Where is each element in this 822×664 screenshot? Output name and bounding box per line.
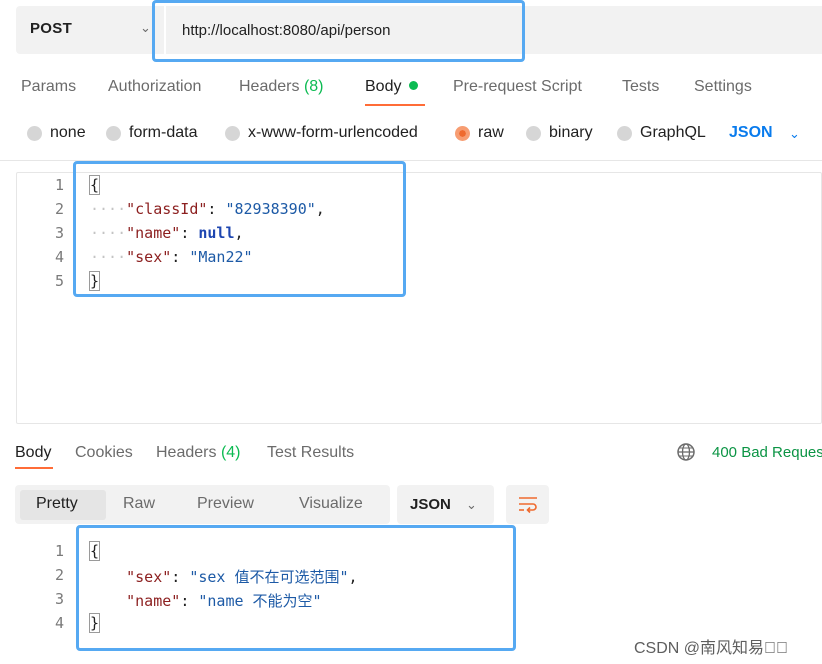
radio-icon <box>617 125 632 141</box>
radio-selected-icon <box>455 125 470 141</box>
tab-body[interactable]: Body <box>365 78 418 96</box>
radio-form-data-label: form-data <box>129 124 198 141</box>
code-line: { <box>88 175 101 195</box>
tab-response-headers[interactable]: Headers (4) <box>156 444 241 462</box>
json-value: "82938390" <box>225 200 316 218</box>
radio-urlencoded[interactable]: x-www-form-urlencoded <box>225 124 418 142</box>
active-tab-indicator <box>15 467 53 469</box>
url-input[interactable] <box>166 6 822 54</box>
json-key: "name" <box>126 592 181 610</box>
line-number: 4 <box>54 248 64 266</box>
radio-raw[interactable]: raw <box>455 124 504 142</box>
json-key: "name" <box>126 224 181 242</box>
code-line: ····"name": null, <box>90 224 244 242</box>
radio-binary[interactable]: binary <box>526 124 593 142</box>
chevron-down-icon[interactable]: ⌄ <box>789 126 800 142</box>
code-line: "name": "name 不能为空" <box>126 592 322 610</box>
json-value: "name 不能为空" <box>198 592 322 610</box>
json-trail: , <box>348 568 358 586</box>
view-raw-button[interactable]: Raw <box>123 495 155 513</box>
open-brace: { <box>88 175 101 195</box>
tab-pre-request-script[interactable]: Pre-request Script <box>453 78 582 96</box>
globe-icon[interactable] <box>676 442 696 462</box>
wrap-lines-icon <box>519 497 537 514</box>
json-key: "sex" <box>126 568 172 586</box>
open-brace: { <box>88 541 101 561</box>
code-line: ····"sex": "Man22" <box>90 248 253 266</box>
code-line: { <box>88 541 101 561</box>
json-trail: , <box>315 200 325 218</box>
radio-icon <box>27 125 42 141</box>
radio-icon <box>106 125 121 141</box>
tab-authorization[interactable]: Authorization <box>108 78 201 96</box>
radio-none[interactable]: none <box>27 124 86 142</box>
json-value: "sex 值不在可选范围" <box>189 568 349 586</box>
close-brace: } <box>88 613 101 633</box>
view-visualize-button[interactable]: Visualize <box>299 495 363 513</box>
radio-icon <box>526 125 541 141</box>
tab-headers[interactable]: Headers (8) <box>239 78 324 96</box>
json-trail: , <box>234 224 244 242</box>
tab-response-headers-count: (4) <box>220 444 241 461</box>
code-line: ····"classId": "82938390", <box>90 200 325 218</box>
tab-response-headers-label: Headers <box>156 444 217 461</box>
tab-headers-label: Headers <box>239 78 300 95</box>
status-code[interactable]: 400 Bad Reques <box>712 444 822 461</box>
radio-raw-label: raw <box>478 124 504 141</box>
line-number: 3 <box>54 590 64 608</box>
json-value: "Man22" <box>189 248 253 266</box>
method-label: POST <box>30 20 73 37</box>
line-number: 3 <box>54 224 64 242</box>
code-line: } <box>88 271 101 291</box>
tab-test-results[interactable]: Test Results <box>267 444 354 462</box>
chevron-down-icon[interactable]: ⌄ <box>140 20 151 36</box>
chevron-down-icon[interactable]: ⌄ <box>466 497 477 513</box>
line-number: 2 <box>54 566 64 584</box>
line-number: 1 <box>54 542 64 560</box>
divider <box>0 160 822 161</box>
line-number: 2 <box>54 200 64 218</box>
radio-urlencoded-label: x-www-form-urlencoded <box>248 124 418 141</box>
code-line: "sex": "sex 值不在可选范围", <box>126 568 358 586</box>
tab-params[interactable]: Params <box>21 78 76 96</box>
radio-graphql-label: GraphQL <box>640 124 706 141</box>
body-modified-dot-icon <box>408 81 418 90</box>
radio-icon <box>225 125 240 141</box>
tab-tests[interactable]: Tests <box>622 78 659 96</box>
view-pretty-label: Pretty <box>36 495 78 512</box>
json-key: "classId" <box>126 200 208 218</box>
highlight-box-response-body <box>76 525 516 651</box>
json-key: "sex" <box>126 248 172 266</box>
tab-response-body[interactable]: Body <box>15 444 51 462</box>
view-preview-button[interactable]: Preview <box>197 495 254 513</box>
tab-body-label: Body <box>365 78 402 95</box>
response-format-label: JSON <box>410 496 451 513</box>
json-value: null <box>198 224 235 242</box>
radio-none-label: none <box>50 124 86 141</box>
line-number: 4 <box>54 614 64 632</box>
code-line: } <box>88 613 101 633</box>
body-format-select[interactable]: JSON <box>729 124 773 142</box>
tab-headers-count: (8) <box>303 78 324 95</box>
radio-form-data[interactable]: form-data <box>106 124 197 142</box>
line-number: 1 <box>54 176 64 194</box>
watermark: CSDN @南风知易   <box>634 640 789 657</box>
line-number: 5 <box>54 272 64 290</box>
tab-cookies[interactable]: Cookies <box>75 444 133 462</box>
close-brace: } <box>88 271 101 291</box>
radio-binary-label: binary <box>549 124 593 141</box>
radio-graphql[interactable]: GraphQL <box>617 124 706 142</box>
tab-settings[interactable]: Settings <box>694 78 752 96</box>
active-tab-indicator <box>365 104 425 106</box>
